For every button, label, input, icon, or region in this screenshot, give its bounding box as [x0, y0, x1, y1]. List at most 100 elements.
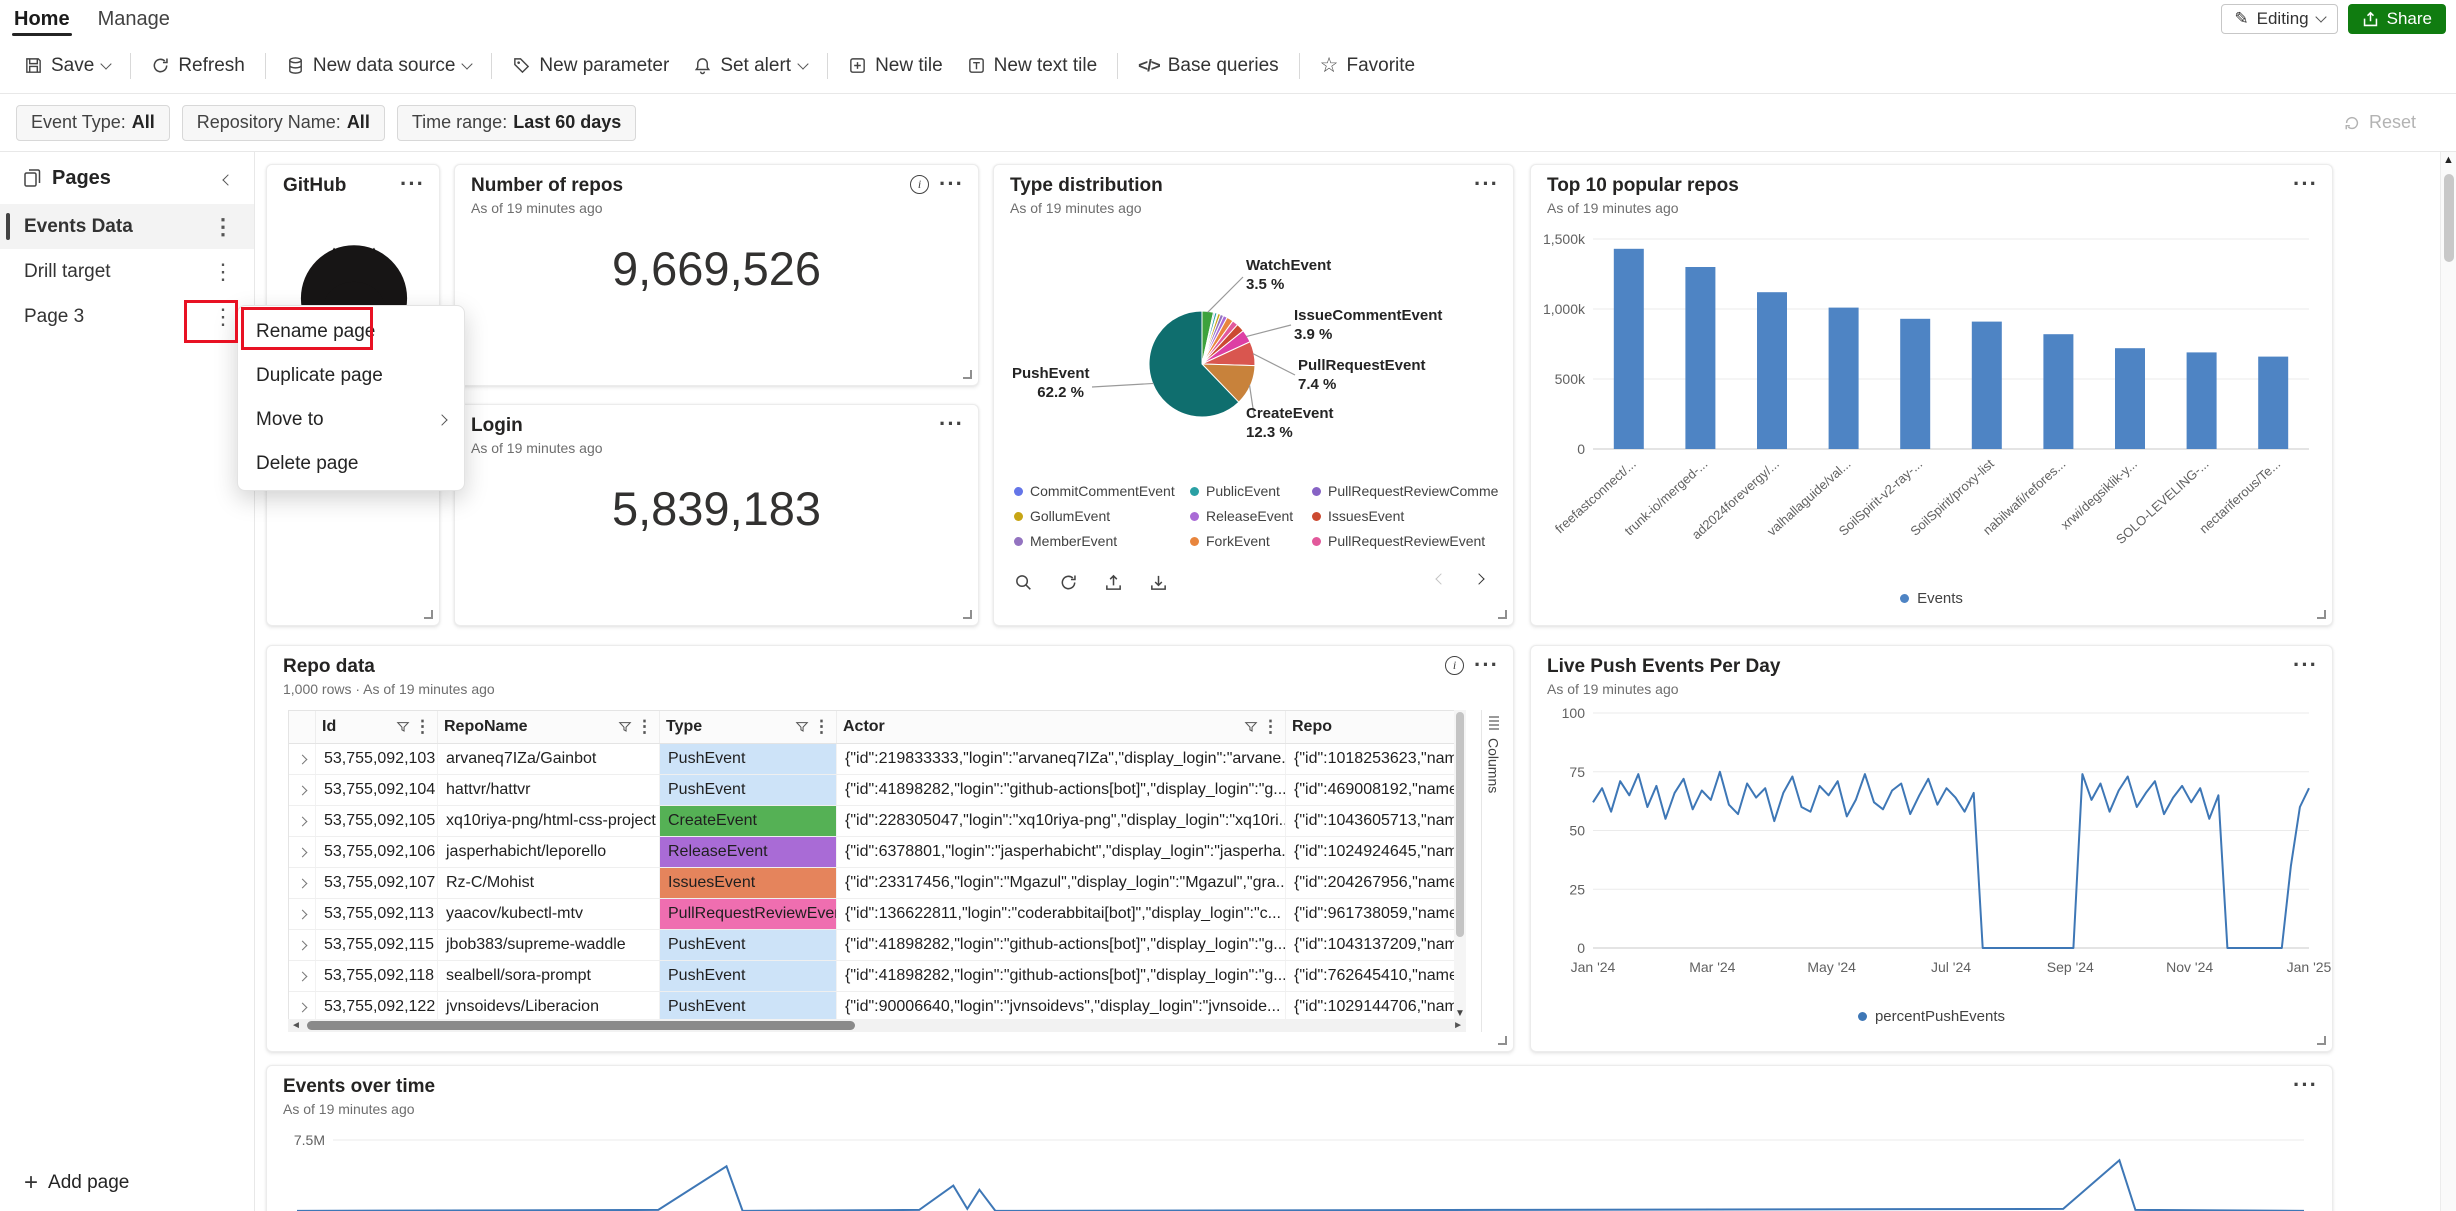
legend-item[interactable]: PullRequestReviewEvent — [1312, 533, 1498, 549]
bar-valhallaguide/val...[interactable] — [1829, 308, 1859, 449]
bar-nabilwafi/refores...[interactable] — [2043, 334, 2073, 449]
sidebar-item-drill-target[interactable]: Drill target ⋮ — [0, 249, 254, 294]
tile-resize-handle[interactable] — [963, 370, 972, 379]
table-row[interactable]: 53,755,092,103arvaneq7IZa/GainbotPushEve… — [289, 744, 1465, 775]
column-options-icon[interactable]: ⋮ — [414, 717, 431, 737]
table-row[interactable]: 53,755,092,107Rz-C/MohistIssuesEvent{"id… — [289, 868, 1465, 899]
filter-event-type[interactable]: Event Type: All — [16, 105, 170, 141]
filter-icon[interactable] — [618, 720, 632, 734]
legend-item[interactable]: ForkEvent — [1190, 533, 1312, 549]
legend-item[interactable]: PublicEvent — [1190, 483, 1312, 499]
row-expand-icon[interactable] — [289, 868, 316, 898]
menu-item-duplicate-page[interactable]: Duplicate page — [238, 354, 464, 398]
legend-item[interactable]: IssuesEvent — [1312, 508, 1498, 524]
tab-manage[interactable]: Manage — [84, 0, 184, 38]
bar-trunk-io/merged-...[interactable] — [1685, 267, 1715, 449]
tab-home[interactable]: Home — [0, 0, 84, 38]
table-row[interactable]: 53,755,092,104hattvr/hattvrPushEvent{"id… — [289, 775, 1465, 806]
scroll-left-icon[interactable]: ◄ — [291, 1020, 301, 1031]
tile-top-repos[interactable]: Top 10 popular repos As of 19 minutes ag… — [1530, 164, 2333, 626]
table-row[interactable]: 53,755,092,118sealbell/sora-promptPushEv… — [289, 961, 1465, 992]
page-options-icon[interactable]: ⋮ — [202, 216, 244, 238]
table-row[interactable]: 53,755,092,106jasperhabicht/leporelloRel… — [289, 837, 1465, 868]
legend-item[interactable]: CommitCommentEvent — [1014, 483, 1190, 499]
column-options-icon[interactable]: ⋮ — [813, 717, 830, 737]
tile-events-over-time[interactable]: Events over time As of 19 minutes ago ··… — [266, 1065, 2333, 1211]
row-expand-icon[interactable] — [289, 899, 316, 929]
legend-item[interactable]: GollumEvent — [1014, 508, 1190, 524]
table-vertical-scrollbar[interactable]: ▼ — [1454, 710, 1466, 1019]
table-row[interactable]: 53,755,092,113yaacov/kubectl-mtvPullRequ… — [289, 899, 1465, 930]
share-button[interactable]: Share — [2348, 4, 2446, 34]
column-header-Type[interactable]: Type⋮ — [660, 711, 837, 743]
save-button[interactable]: Save — [14, 46, 120, 86]
filter-icon[interactable] — [1244, 720, 1258, 734]
column-header-Actor[interactable]: Actor⋮ — [837, 711, 1286, 743]
filter-repository-name[interactable]: Repository Name: All — [182, 105, 385, 141]
scroll-right-icon[interactable]: ► — [1453, 1020, 1463, 1031]
row-expand-icon[interactable] — [289, 806, 316, 836]
tile-live-push[interactable]: Live Push Events Per Day As of 19 minute… — [1530, 645, 2333, 1052]
bar-freefastconnect/...[interactable] — [1614, 249, 1644, 449]
scroll-down-icon[interactable]: ▼ — [1455, 1008, 1465, 1019]
reset-filters-button[interactable]: Reset — [2343, 112, 2416, 133]
bar-SoilSpirit/proxy-list[interactable] — [1972, 322, 2002, 449]
sidebar-item-events-data[interactable]: Events Data ⋮ — [0, 204, 254, 249]
column-header-Id[interactable]: Id⋮ — [316, 711, 438, 743]
filter-icon[interactable] — [396, 720, 410, 734]
column-header-Repo[interactable]: Repo — [1286, 711, 1455, 743]
table-row[interactable]: 53,755,092,122jvnsoidevs/LiberacionPushE… — [289, 992, 1465, 1019]
move-up-icon[interactable] — [1102, 571, 1125, 597]
bar-xrwi/degsiklik-y...[interactable] — [2115, 348, 2145, 449]
tile-resize-handle[interactable] — [963, 610, 972, 619]
table-horizontal-scrollbar[interactable]: ◄ ► — [288, 1019, 1466, 1032]
scrollbar-thumb[interactable] — [2444, 174, 2454, 262]
new-parameter-button[interactable]: New parameter — [502, 46, 679, 86]
row-expand-icon[interactable] — [289, 837, 316, 867]
tile-more-icon[interactable]: ··· — [2293, 654, 2318, 676]
filter-time-range[interactable]: Time range: Last 60 days — [397, 105, 636, 141]
row-expand-icon[interactable] — [289, 744, 316, 774]
tile-resize-handle[interactable] — [1498, 610, 1507, 619]
favorite-button[interactable]: ☆ Favorite — [1310, 46, 1425, 86]
tile-repo-data[interactable]: Repo data 1,000 rows · As of 19 minutes … — [266, 645, 1514, 1052]
tile-number-of-repos[interactable]: Number of repos As of 19 minutes ago i ·… — [454, 164, 979, 386]
column-options-icon[interactable]: ⋮ — [1262, 717, 1279, 737]
column-options-icon[interactable]: ⋮ — [636, 717, 653, 737]
tile-more-icon[interactable]: ··· — [939, 173, 964, 195]
new-text-tile-button[interactable]: New text tile — [957, 46, 1107, 86]
row-expand-icon[interactable] — [289, 992, 316, 1019]
menu-item-move-to[interactable]: Move to — [238, 398, 464, 442]
legend-item[interactable]: ReleaseEvent — [1190, 508, 1312, 524]
tile-more-icon[interactable]: ··· — [400, 173, 425, 195]
new-tile-button[interactable]: New tile — [838, 46, 953, 86]
menu-item-delete-page[interactable]: Delete page — [238, 442, 464, 486]
tile-resize-handle[interactable] — [2317, 1036, 2326, 1045]
info-icon[interactable]: i — [1445, 656, 1464, 675]
filter-icon[interactable] — [795, 720, 809, 734]
base-queries-button[interactable]: </> Base queries — [1128, 46, 1289, 86]
set-alert-button[interactable]: Set alert — [683, 46, 817, 86]
bar-nectariferous/Te...[interactable] — [2258, 357, 2288, 449]
search-icon[interactable] — [1012, 571, 1035, 597]
scrollbar-thumb[interactable] — [307, 1021, 855, 1030]
tile-more-icon[interactable]: ··· — [939, 413, 964, 435]
sidebar-item-page-3[interactable]: Page 3 ⋮ — [0, 294, 254, 339]
move-down-icon[interactable] — [1147, 571, 1170, 597]
table-row[interactable]: 53,755,092,115jbob383/supreme-waddlePush… — [289, 930, 1465, 961]
row-expand-icon[interactable] — [289, 775, 316, 805]
scroll-up-icon[interactable]: ▲ — [2443, 154, 2454, 166]
info-icon[interactable]: i — [910, 175, 929, 194]
legend-item[interactable]: PullRequestReviewCommentEvent — [1312, 483, 1498, 499]
add-page-button[interactable]: + Add page — [24, 1171, 129, 1195]
columns-side-panel[interactable]: Columns — [1481, 710, 1505, 1032]
tile-resize-handle[interactable] — [2317, 610, 2326, 619]
collapse-sidebar-button[interactable] — [218, 161, 238, 196]
column-header-RepoName[interactable]: RepoName⋮ — [438, 711, 660, 743]
previous-page-icon[interactable] — [1435, 573, 1446, 584]
refresh-button[interactable]: Refresh — [141, 46, 255, 86]
bar-ad2024forevergy/...[interactable] — [1757, 292, 1787, 449]
bar-SOLO-LEVELING-...[interactable] — [2187, 352, 2217, 449]
next-page-icon[interactable] — [1473, 573, 1484, 584]
row-expand-icon[interactable] — [289, 961, 316, 991]
